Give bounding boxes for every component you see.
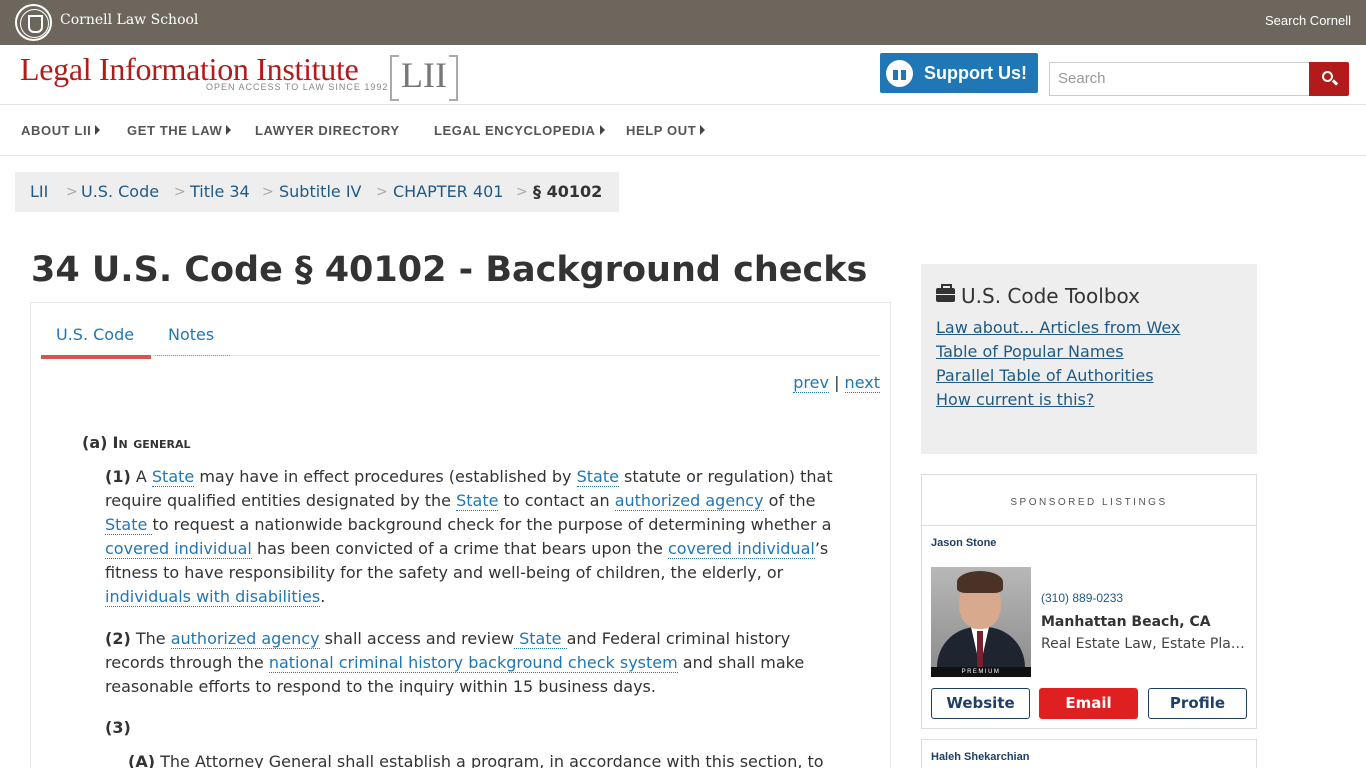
breadcrumb-chapter-401[interactable]: CHAPTER 401 xyxy=(393,172,503,212)
caret-right-icon xyxy=(226,125,232,135)
email-button[interactable]: Email xyxy=(1039,688,1138,719)
sponsored-listings: SPONSORED LISTINGS Jason Stone PREMIUM (… xyxy=(921,474,1257,729)
lii-logo-mark[interactable]: LII xyxy=(390,53,458,101)
term-covered-individual-link[interactable]: covered individual xyxy=(105,539,252,559)
lawyer-name-link[interactable]: Haleh Shekarchian xyxy=(931,751,1029,763)
toolbox-link-popular-names[interactable]: Table of Popular Names xyxy=(936,342,1124,361)
subsection-a-heading: (a) In general xyxy=(82,433,191,452)
sponsored-listing-2: Haleh Shekarchian xyxy=(921,739,1257,768)
lawyer-photo[interactable]: PREMIUM xyxy=(931,567,1031,677)
breadcrumb-title-34[interactable]: Title 34 xyxy=(190,172,250,212)
active-tab-indicator xyxy=(41,355,151,359)
lawyer-phone-link[interactable]: (310) 889-0233 xyxy=(1041,591,1123,605)
breadcrumb-subtitle-iv[interactable]: Subtitle IV xyxy=(279,172,361,212)
term-state-link[interactable]: State xyxy=(576,467,619,487)
toolbox-link-how-current[interactable]: How current is this? xyxy=(936,390,1094,409)
term-covered-individual-link[interactable]: covered individual xyxy=(667,539,815,559)
premium-badge: PREMIUM xyxy=(931,667,1031,677)
site-header: Legal Information Institute OPEN ACCESS … xyxy=(0,45,1366,105)
paragraph-2: (2) The authorized agency shall access a… xyxy=(105,629,805,696)
breadcrumb: LII > U.S. Code > Title 34 > Subtitle IV… xyxy=(15,172,619,212)
term-state-link[interactable]: State xyxy=(514,629,567,649)
lawyer-practice-areas: Real Estate Law, Estate Planning, Busine… xyxy=(1041,636,1246,652)
term-state-link[interactable]: State xyxy=(151,467,195,487)
cornell-top-bar: Cornell Law School Search Cornell xyxy=(0,0,1366,45)
statute-content: U.S. Code Notes prev | next (a) In gener… xyxy=(30,302,891,768)
term-ncbcs-link[interactable]: national criminal history background che… xyxy=(268,653,678,673)
prev-link[interactable]: prev xyxy=(793,373,829,393)
nav-lawyer-directory[interactable]: LAWYER DIRECTORY xyxy=(255,123,400,138)
website-button[interactable]: Website xyxy=(931,688,1030,719)
breadcrumb-lii[interactable]: LII xyxy=(30,172,48,212)
next-link[interactable]: next xyxy=(844,373,880,393)
prev-next-nav: prev | next xyxy=(793,373,880,393)
term-state-link[interactable]: State xyxy=(456,491,499,511)
support-us-button[interactable]: Support Us! xyxy=(880,53,1038,93)
term-authorized-agency-link[interactable]: authorized agency xyxy=(614,491,764,511)
support-us-label: Support Us! xyxy=(924,63,1027,83)
paragraph-1: (1) A State may have in effect procedure… xyxy=(105,467,833,607)
cornell-law-school-link[interactable]: Cornell Law School xyxy=(60,12,198,28)
search-cornell-link[interactable]: Search Cornell xyxy=(1265,13,1351,28)
profile-button[interactable]: Profile xyxy=(1148,688,1247,719)
caret-right-icon xyxy=(700,125,706,135)
nav-get-the-law[interactable]: GET THE LAW xyxy=(127,123,232,138)
page-title: 34 U.S. Code § 40102 - Background checks xyxy=(31,250,868,290)
paragraph-3-heading: (3) xyxy=(105,718,131,737)
caret-right-icon xyxy=(599,125,605,135)
gift-icon xyxy=(886,60,913,87)
us-code-toolbox: U.S. Code Toolbox Law about... Articles … xyxy=(921,264,1257,454)
term-state-link[interactable]: State xyxy=(105,515,153,535)
term-individuals-with-disabilities-link[interactable]: individuals with disabilities xyxy=(105,587,321,607)
nav-help-out[interactable]: HELP OUT xyxy=(626,123,706,138)
briefcase-icon xyxy=(936,284,955,302)
lii-tagline: OPEN ACCESS TO LAW SINCE 1992 xyxy=(206,82,389,92)
subparagraph-a: (A) The Attorney General shall establish… xyxy=(128,752,824,768)
toolbox-link-wex[interactable]: Law about... Articles from Wex xyxy=(936,318,1180,337)
tab-notes[interactable]: Notes xyxy=(168,325,214,344)
nav-legal-encyclopedia[interactable]: LEGAL ENCYCLOPEDIA xyxy=(434,123,605,138)
breadcrumb-us-code[interactable]: U.S. Code xyxy=(81,172,159,212)
tab-us-code[interactable]: U.S. Code xyxy=(56,325,134,344)
toolbox-link-parallel-table[interactable]: Parallel Table of Authorities xyxy=(936,366,1154,385)
caret-right-icon xyxy=(95,125,101,135)
search-input[interactable]: Search xyxy=(1049,62,1310,96)
main-nav: ABOUT LII GET THE LAW LAWYER DIRECTORY L… xyxy=(0,105,1366,156)
breadcrumb-current: § 40102 xyxy=(533,182,603,201)
sponsored-heading: SPONSORED LISTINGS xyxy=(922,475,1256,526)
search-button[interactable] xyxy=(1309,62,1349,96)
lawyer-name-link[interactable]: Jason Stone xyxy=(931,537,996,549)
term-authorized-agency-link[interactable]: authorized agency xyxy=(170,629,320,649)
lawyer-location: Manhattan Beach, CA xyxy=(1041,614,1211,630)
cornell-seal-icon[interactable] xyxy=(15,4,52,41)
toolbox-title: U.S. Code Toolbox xyxy=(961,284,1140,308)
nav-about-lii[interactable]: ABOUT LII xyxy=(21,123,101,138)
